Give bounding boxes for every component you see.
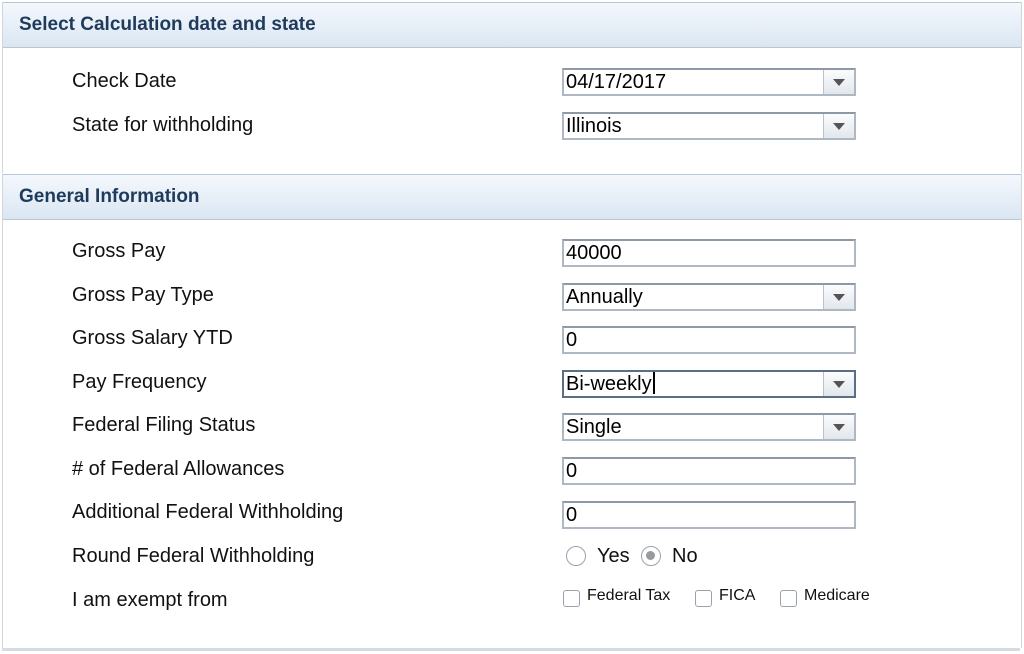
check-date-row: Check Date 04/17/2017	[3, 66, 1021, 100]
federal-filing-status-row: Federal Filing Status Single	[3, 410, 1021, 444]
pay-frequency-select[interactable]: Bi-weekly	[562, 370, 856, 398]
chevron-down-icon[interactable]	[823, 114, 854, 138]
divider	[2, 648, 1020, 651]
state-row: State for withholding Illinois	[3, 110, 1021, 144]
exempt-from-label: I am exempt from	[72, 589, 228, 611]
gross-pay-type-value: Annually	[566, 286, 643, 308]
federal-filing-status-label: Federal Filing Status	[72, 414, 256, 436]
checkbox-medicare-label: Medicare	[804, 587, 870, 604]
chevron-down-icon[interactable]	[823, 415, 854, 439]
exempt-from-row: I am exempt from Federal Tax FICA Medica…	[3, 585, 1021, 619]
checkbox-fica[interactable]	[695, 590, 712, 607]
calculation-date-state-panel: Select Calculation date and state Check …	[2, 2, 1022, 173]
check-date-value: 04/17/2017	[566, 71, 667, 93]
gross-salary-ytd-value: 0	[566, 329, 578, 351]
section-title: Select Calculation date and state	[19, 14, 316, 35]
round-federal-withholding-label: Round Federal Withholding	[72, 545, 315, 567]
federal-allowances-label: # of Federal Allowances	[72, 458, 285, 480]
chevron-down-icon[interactable]	[823, 285, 854, 309]
gross-pay-value: 40000	[566, 242, 622, 264]
gross-pay-label: Gross Pay	[72, 240, 166, 262]
gross-salary-ytd-input[interactable]: 0	[562, 326, 856, 354]
radio-no[interactable]	[641, 546, 661, 566]
text-cursor	[652, 372, 655, 394]
gross-salary-ytd-label: Gross Salary YTD	[72, 327, 233, 349]
checkbox-federal-tax-label: Federal Tax	[587, 587, 671, 604]
gross-pay-type-row: Gross Pay Type Annually	[3, 280, 1021, 314]
pay-frequency-row: Pay Frequency Bi-weekly	[3, 367, 1021, 401]
general-information-panel: General Information Gross Pay 40000 Gros…	[2, 174, 1022, 648]
pay-frequency-label: Pay Frequency	[72, 371, 207, 393]
gross-pay-row: Gross Pay 40000	[3, 236, 1021, 270]
pay-frequency-value: Bi-weekly	[566, 373, 652, 395]
section-title: General Information	[19, 186, 200, 207]
section-header: General Information	[3, 174, 1021, 220]
gross-pay-type-select[interactable]: Annually	[562, 283, 856, 311]
gross-pay-input[interactable]: 40000	[562, 239, 856, 267]
gross-pay-type-label: Gross Pay Type	[72, 284, 214, 306]
additional-federal-withholding-label: Additional Federal Withholding	[72, 501, 344, 523]
additional-federal-withholding-row: Additional Federal Withholding 0	[3, 497, 1021, 531]
check-date-select[interactable]: 04/17/2017	[562, 68, 856, 96]
additional-federal-withholding-value: 0	[566, 504, 578, 526]
additional-federal-withholding-input[interactable]: 0	[562, 501, 856, 529]
checkbox-fica-label: FICA	[719, 587, 756, 604]
federal-allowances-input[interactable]: 0	[562, 457, 856, 485]
federal-filing-status-value: Single	[566, 416, 622, 438]
state-value: Illinois	[566, 115, 622, 137]
federal-allowances-value: 0	[566, 460, 578, 482]
federal-filing-status-select[interactable]: Single	[562, 413, 856, 441]
radio-yes[interactable]	[566, 546, 586, 566]
check-date-label: Check Date	[72, 70, 177, 92]
checkbox-federal-tax[interactable]	[563, 590, 580, 607]
chevron-down-icon[interactable]	[823, 372, 854, 396]
checkbox-medicare[interactable]	[780, 590, 797, 607]
section-header: Select Calculation date and state	[3, 2, 1021, 48]
radio-yes-label: Yes	[597, 545, 630, 567]
state-label: State for withholding	[72, 114, 254, 136]
gross-salary-ytd-row: Gross Salary YTD 0	[3, 323, 1021, 357]
round-federal-withholding-row: Round Federal Withholding Yes No	[3, 541, 1021, 575]
federal-allowances-row: # of Federal Allowances 0	[3, 454, 1021, 488]
state-select[interactable]: Illinois	[562, 112, 856, 140]
chevron-down-icon[interactable]	[823, 70, 854, 94]
radio-no-label: No	[672, 545, 698, 567]
